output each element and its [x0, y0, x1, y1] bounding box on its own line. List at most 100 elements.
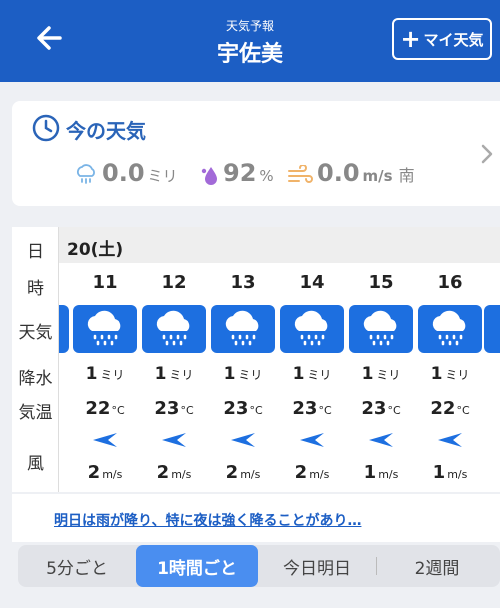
weather-tile [349, 305, 413, 353]
current-wind: 0.0 m/s 南 [287, 159, 415, 191]
weather-tile-partial [484, 305, 500, 353]
current-precip: 0.0 ミリ [74, 159, 178, 191]
humidity-value: 92 [223, 159, 257, 187]
forecast-summary-link[interactable]: 明日は雨が降り、特に夜は強く降ることがあり… [54, 510, 361, 530]
hour-column: 12 1 ミリ 23°C 2 m/s [140, 227, 208, 492]
wind-speed-cell: 2 m/s [209, 462, 277, 483]
precip-cell: 1 ミリ [140, 364, 208, 384]
wind-direction-arrow-icon [438, 433, 462, 447]
precip-amount: 1 [292, 364, 305, 384]
hour-column: 11 1 ミリ 22°C 2 m/s [71, 227, 139, 492]
segment-hourly[interactable]: 1時間ごと [136, 545, 258, 587]
wind-speed-cell: 1 m/s [347, 462, 415, 483]
hourly-forecast-table[interactable]: 日 時 天気 降水 気温 風 20(土) 11 1 ミリ 22°C 2 m/s 12 1 ミリ 2… [12, 227, 500, 492]
precip-unit: ミリ [445, 368, 470, 382]
temp-unit: °C [249, 404, 263, 417]
temp-cell: 23°C [209, 398, 277, 419]
wind-arrow [367, 432, 395, 452]
wind-speed-value: 2 [225, 462, 239, 483]
rain-cloud-icon [363, 310, 397, 346]
weather-tile [280, 305, 344, 353]
precip-unit: ミリ [376, 368, 401, 382]
hour-label: 15 [368, 272, 394, 293]
hour-label: 14 [299, 272, 325, 293]
wind-speed-unit: m/s [378, 468, 399, 481]
wind-direction-arrow-icon [369, 433, 393, 447]
weather-tile [211, 305, 275, 353]
precip-unit: ミリ [169, 368, 194, 382]
temp-unit: °C [387, 404, 401, 417]
current-weather-title: 今の天気 [66, 119, 146, 143]
temp-cell: 23°C [278, 398, 346, 419]
wind-speed-cell: 2 m/s [278, 462, 346, 483]
weather-tile [73, 305, 137, 353]
forecast-summary-banner: 明日は雨が降り、特に夜は強く降ることがあり… [12, 494, 500, 542]
precip-cell: 1 ミリ [347, 364, 415, 384]
add-my-weather-button[interactable]: + マイ天気 [392, 18, 492, 60]
wind-unit: m/s [362, 167, 393, 185]
wind-speed-value: 2 [87, 462, 101, 483]
rain-icon [77, 164, 95, 184]
humidity-unit: % [259, 167, 274, 185]
wind-speed-cell: 2 m/s [71, 462, 139, 483]
temp-cell: 22°C [71, 398, 139, 419]
rain-cloud-icon [294, 310, 328, 346]
precip-unit: ミリ [147, 167, 178, 185]
label-weather: 天気 [18, 323, 53, 343]
precip-amount: 1 [85, 364, 98, 384]
rain-cloud-icon [87, 310, 121, 346]
rain-cloud-icon [432, 310, 466, 346]
hour-label: 13 [230, 272, 256, 293]
temp-value: 23 [361, 398, 387, 419]
interval-segmented-control: 5分ごと 1時間ごと 今日明日 2週間 [18, 545, 500, 587]
wind-speed-unit: m/s [309, 468, 330, 481]
wind-speed-cell: 1 m/s [416, 462, 484, 483]
weather-tile-partial [59, 305, 69, 353]
precip-unit: ミリ [307, 368, 332, 382]
app-header: 天気予報 宇佐美 + マイ天気 [0, 0, 500, 82]
precip-amount: 1 [223, 364, 236, 384]
precip-amount: 1 [361, 364, 374, 384]
rain-cloud-icon [225, 310, 259, 346]
segment-today-tomorrow[interactable]: 今日明日 [258, 545, 376, 587]
temp-unit: °C [318, 404, 332, 417]
wind-direction-arrow-icon [162, 433, 186, 447]
label-wind: 風 [27, 454, 44, 474]
wind-icon [288, 165, 313, 183]
precip-cell: 1 ミリ [416, 364, 484, 384]
wind-speed-unit: m/s [447, 468, 468, 481]
wind-speed-cell: 2 m/s [140, 462, 208, 483]
current-humidity: 92 % [199, 159, 274, 191]
wind-arrow [298, 432, 326, 452]
wind-speed-unit: m/s [171, 468, 192, 481]
precip-unit: ミリ [238, 368, 263, 382]
wind-arrow [436, 432, 464, 452]
precip-amount: 1 [430, 364, 443, 384]
wind-direction-arrow-icon [231, 433, 255, 447]
label-precip: 降水 [18, 369, 53, 389]
precip-cell: 1 ミリ [71, 364, 139, 384]
humidity-drop-icon [201, 167, 217, 185]
wind-direction-arrow-icon [93, 433, 117, 447]
wind-speed-value: 2 [294, 462, 308, 483]
rain-cloud-icon [156, 310, 190, 346]
wind-arrow [229, 432, 257, 452]
hour-column: 13 1 ミリ 23°C 2 m/s [209, 227, 277, 492]
temp-unit: °C [111, 404, 125, 417]
chevron-right-icon [481, 144, 493, 164]
wind-speed-value: 1 [432, 462, 446, 483]
wind-arrow [91, 432, 119, 452]
precip-value: 0.0 [102, 159, 145, 187]
segment-2weeks[interactable]: 2週間 [377, 545, 497, 587]
hour-column: 16 1 ミリ 22°C 1 m/s [416, 227, 484, 492]
current-weather-card[interactable]: 今の天気 0.0 ミリ 92 % 0.0 m/s 南 [12, 101, 500, 206]
precip-cell: 1 ミリ [209, 364, 277, 384]
temp-unit: °C [180, 404, 194, 417]
wind-direction-arrow-icon [300, 433, 324, 447]
precip-unit: ミリ [100, 368, 125, 382]
my-weather-label: マイ天気 [423, 30, 484, 49]
temp-value: 23 [292, 398, 318, 419]
weather-tile [418, 305, 482, 353]
precip-cell: 1 ミリ [278, 364, 346, 384]
segment-5min[interactable]: 5分ごと [18, 545, 136, 587]
